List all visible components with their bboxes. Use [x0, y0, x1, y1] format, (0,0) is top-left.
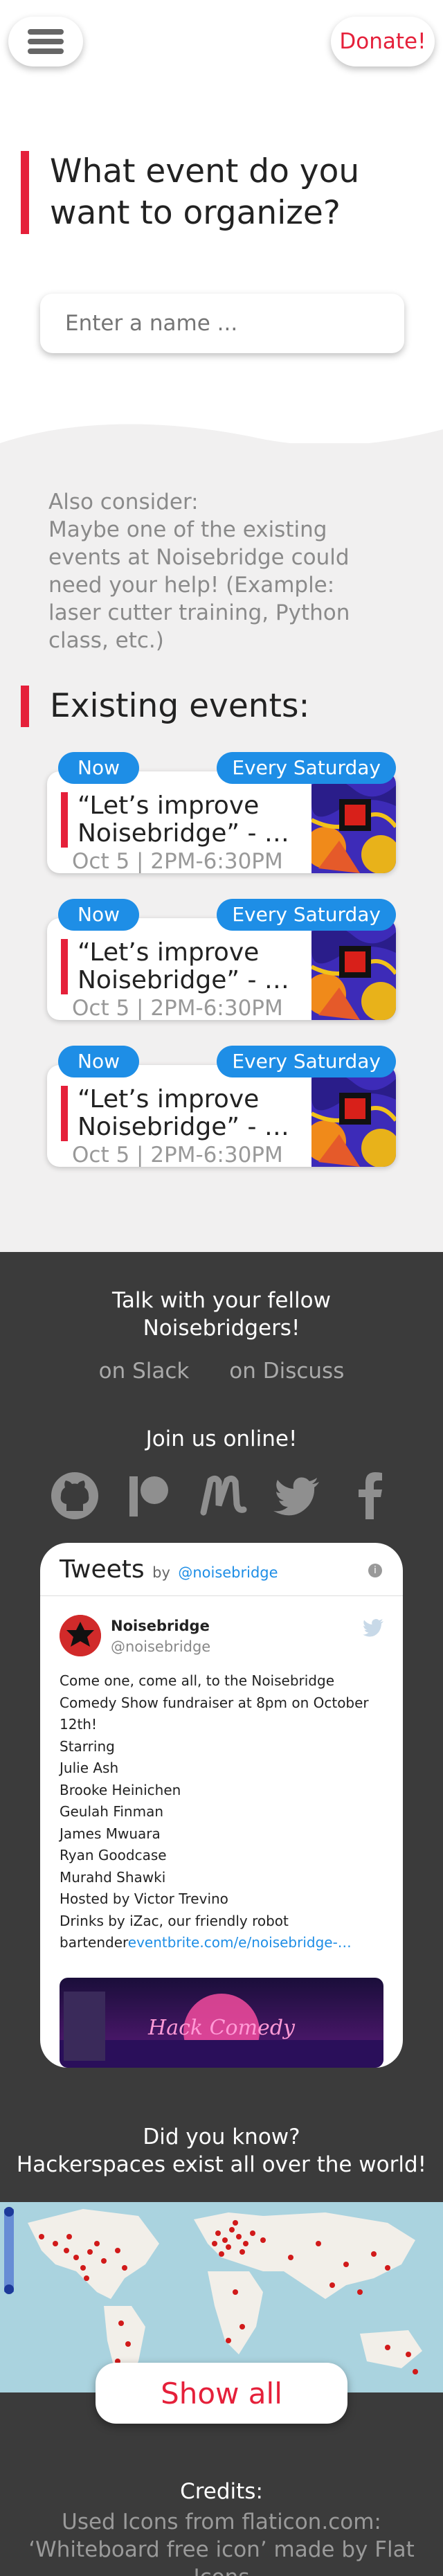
event-card-body[interactable]: “Let’s improve Noisebridge” - … Oct 5 | … — [47, 771, 396, 873]
meetup-icon[interactable] — [198, 1471, 248, 1521]
tweet-text: Come one, come all, to the Noisebridge C… — [60, 1670, 386, 1954]
credits-text: Used Icons from flaticon.com: ‘Whiteboar… — [28, 2510, 415, 2576]
event-title: “Let’s improve Noisebridge” - … — [61, 792, 310, 848]
recurrence-badge: Every Saturday — [217, 752, 396, 784]
page-title: What event do you want to organize? — [21, 151, 408, 234]
timeline-by: by — [152, 1564, 170, 1581]
hackerspaces-heading: Did you know? Hackerspaces exist all ove… — [16, 2125, 427, 2177]
page: Donate! What event do you want to organi… — [0, 0, 443, 2576]
social-links — [50, 1468, 396, 1523]
event-time: Oct 5 | 2PM-6:30PM — [72, 996, 283, 1020]
menu-button[interactable] — [8, 17, 83, 66]
event-card[interactable]: Now Every Saturday “Let’s improve Noiseb… — [47, 752, 396, 873]
now-badge: Now — [58, 752, 139, 784]
timeline-header: Tweets by @noisebridge — [60, 1555, 278, 1584]
also-consider-text: Also consider: Maybe one of the existing… — [48, 490, 350, 653]
avatar[interactable] — [60, 1615, 101, 1656]
tweet-body: Come one, come all, to the Noisebridge C… — [60, 1672, 369, 1951]
github-icon[interactable] — [50, 1471, 100, 1521]
recurrence-badge: Every Saturday — [217, 899, 396, 931]
timeline-handle-link[interactable]: @noisebridge — [178, 1564, 278, 1581]
show-all-button[interactable]: Show all — [96, 2363, 347, 2424]
tweet-author-handle[interactable]: @noisebridge — [111, 1638, 210, 1655]
event-time: Oct 5 | 2PM-6:30PM — [72, 1143, 283, 1167]
event-title: “Let’s improve Noisebridge” - … — [61, 1086, 310, 1141]
donate-button[interactable]: Donate! — [331, 17, 435, 66]
slack-link[interactable]: on Slack — [99, 1359, 190, 1384]
discuss-link[interactable]: on Discuss — [229, 1359, 344, 1384]
event-card-body[interactable]: “Let’s improve Noisebridge” - … Oct 5 | … — [47, 918, 396, 1020]
credits-title: Credits: — [180, 2479, 263, 2504]
twitter-bird-icon — [363, 1619, 383, 1637]
divider — [40, 1595, 403, 1596]
info-icon[interactable]: i — [368, 1564, 382, 1577]
tweet-image[interactable]: Hack Comedy — [60, 1978, 383, 2068]
existing-events-title: Existing events: — [21, 686, 309, 727]
event-card[interactable]: Now Every Saturday “Let’s improve Noiseb… — [47, 1046, 396, 1167]
event-thumbnail — [311, 918, 396, 1020]
event-card-body[interactable]: “Let’s improve Noisebridge” - … Oct 5 | … — [47, 1065, 396, 1167]
now-badge: Now — [58, 1046, 139, 1077]
event-card[interactable]: Now Every Saturday “Let’s improve Noiseb… — [47, 899, 396, 1020]
event-title: “Let’s improve Noisebridge” - … — [61, 939, 310, 994]
wave-divider — [0, 424, 443, 478]
now-badge: Now — [58, 899, 139, 931]
tweet-link[interactable]: eventbrite.com/e/noisebridge-… — [128, 1934, 352, 1951]
tweet-author-name[interactable]: Noisebridge — [111, 1618, 210, 1634]
event-name-input[interactable] — [40, 294, 404, 353]
event-thumbnail — [311, 771, 396, 873]
tweet-image-title: Hack Comedy — [147, 2016, 296, 2040]
facebook-icon[interactable] — [346, 1471, 396, 1521]
twitter-icon[interactable] — [272, 1471, 322, 1521]
join-us-heading: Join us online! — [145, 1426, 298, 1451]
talk-heading: Talk with your fellow Noisebridgers! — [112, 1288, 331, 1341]
chat-links: on Slack on Discuss — [0, 1359, 443, 1384]
twitter-timeline[interactable]: Tweets by @noisebridge i Noisebridge @no… — [40, 1543, 403, 2068]
hamburger-menu-icon — [28, 25, 64, 58]
timeline-title: Tweets — [60, 1555, 145, 1584]
event-thumbnail — [311, 1065, 396, 1167]
recurrence-badge: Every Saturday — [217, 1046, 396, 1077]
patreon-icon[interactable] — [124, 1471, 174, 1521]
event-time: Oct 5 | 2PM-6:30PM — [72, 849, 283, 873]
